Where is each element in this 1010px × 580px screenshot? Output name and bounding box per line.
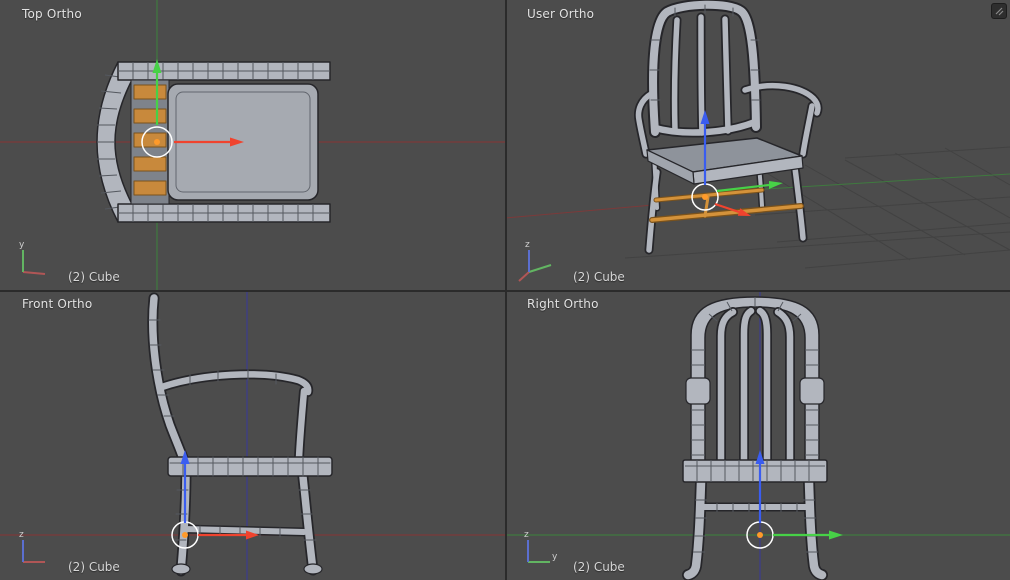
gizmo-x-axis (22, 271, 46, 275)
selected-stretcher-edges[interactable] (649, 187, 804, 223)
gizmo-axis-label-y: y (552, 552, 558, 562)
viewport-top-ortho[interactable]: Top Ortho (2) Cube y (0, 0, 505, 290)
object-origin-dot (182, 532, 188, 538)
blender-quad-view: Top Ortho (2) Cube y User Ortho (2) Cube… (0, 0, 1010, 580)
object-origin-dot (154, 139, 160, 145)
x-axis-line (505, 204, 654, 219)
active-object-label: (2) Cube (68, 270, 120, 284)
chair-mesh-right-view[interactable] (682, 296, 828, 580)
mini-axis-gizmo: y (19, 240, 46, 275)
viewport-divider-horizontal[interactable] (0, 290, 1010, 292)
gizmo-y-axis (528, 264, 552, 273)
object-origin-dot (702, 194, 708, 200)
area-corner-grip-icon[interactable] (991, 3, 1007, 19)
active-object-label: (2) Cube (573, 270, 625, 284)
gizmo-axis-label: y (19, 240, 25, 250)
viewport-user-ortho[interactable]: User Ortho (2) Cube z (505, 0, 1010, 290)
viewport-label: Top Ortho (22, 7, 82, 21)
gizmo-axis-label: z (525, 240, 530, 250)
mini-axis-gizmo: z y (524, 530, 558, 563)
mini-axis-gizmo: z (518, 240, 552, 282)
right-ortho-scene (505, 290, 1010, 580)
viewport-label: User Ortho (527, 7, 595, 21)
top-ortho-scene (0, 0, 505, 290)
chair-mesh-user-view[interactable] (634, 0, 823, 255)
manipulator-z-arrow[interactable] (755, 450, 765, 523)
mini-axis-gizmo: z (19, 530, 45, 563)
gizmo-x-axis (518, 271, 530, 282)
active-object-label: (2) Cube (573, 560, 625, 574)
gizmo-axis-label: z (19, 530, 24, 540)
viewport-front-ortho[interactable]: Front Ortho (2) Cube z (0, 290, 505, 580)
front-ortho-scene (0, 290, 505, 580)
object-origin-dot (757, 532, 763, 538)
user-ortho-scene (505, 0, 1010, 269)
viewport-label: Right Ortho (527, 297, 599, 311)
gizmo-axis-label: z (524, 530, 529, 540)
active-object-label: (2) Cube (68, 560, 120, 574)
viewport-label: Front Ortho (22, 297, 93, 311)
chair-mesh-front-view[interactable] (147, 292, 333, 577)
viewport-right-ortho[interactable]: Right Ortho (2) Cube z y (505, 290, 1010, 580)
